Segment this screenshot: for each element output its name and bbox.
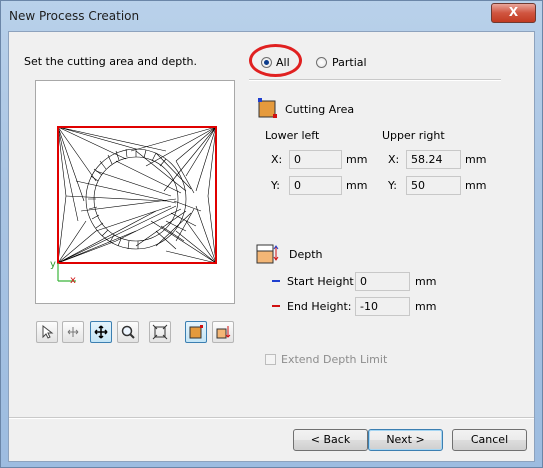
upper-right-y-unit: mm bbox=[465, 179, 487, 192]
footer-separator bbox=[9, 417, 534, 419]
start-height-unit: mm bbox=[415, 275, 437, 288]
window-title: New Process Creation bbox=[9, 9, 140, 23]
toolpath-preview: y x bbox=[50, 126, 217, 286]
lower-left-x-label: X: bbox=[271, 153, 283, 166]
lower-left-y-label: Y: bbox=[271, 179, 280, 192]
close-button[interactable]: X bbox=[491, 3, 536, 23]
mode-separator bbox=[249, 79, 501, 81]
depth-title: Depth bbox=[289, 248, 323, 261]
pan-icon bbox=[94, 325, 108, 339]
depth-icon bbox=[216, 326, 231, 339]
upper-right-x-field[interactable]: 58.24 bbox=[406, 150, 461, 169]
lower-left-x-unit: mm bbox=[346, 153, 368, 166]
cutting-area-icon bbox=[258, 98, 277, 118]
dialog-window: New Process Creation X Set the cutting a… bbox=[0, 0, 543, 468]
end-height-unit: mm bbox=[415, 300, 437, 313]
axis-x-label: x bbox=[70, 275, 76, 286]
rotate-icon bbox=[67, 327, 79, 337]
end-height-field[interactable]: -10 bbox=[355, 297, 410, 316]
axis-y-label: y bbox=[50, 259, 56, 270]
lower-left-y-field[interactable]: 0 bbox=[289, 176, 342, 195]
upper-right-y-field[interactable]: 50 bbox=[406, 176, 461, 195]
extend-depth-limit-checkbox[interactable] bbox=[265, 354, 276, 365]
zoom-tool-button[interactable] bbox=[117, 321, 139, 343]
annotation-highlight-circle bbox=[249, 44, 302, 77]
fit-tool-button[interactable] bbox=[149, 321, 171, 343]
upper-right-x-label: X: bbox=[388, 153, 400, 166]
end-height-indicator bbox=[272, 305, 280, 307]
cutting-area-title: Cutting Area bbox=[285, 103, 355, 116]
select-tool-button[interactable] bbox=[36, 321, 58, 343]
depth-icon bbox=[256, 244, 279, 264]
back-button[interactable]: < Back bbox=[293, 429, 368, 451]
partial-radio[interactable] bbox=[316, 57, 327, 68]
cutting-area-tool-button[interactable] bbox=[185, 321, 207, 343]
lower-left-y-unit: mm bbox=[346, 179, 368, 192]
select-icon bbox=[42, 324, 54, 339]
dialog-client-area: Set the cutting area and depth. y x All … bbox=[8, 31, 535, 462]
start-height-label: Start Height: bbox=[287, 275, 358, 288]
fit-icon bbox=[152, 324, 168, 340]
cutting-area-icon bbox=[189, 325, 203, 339]
depth-tool-button[interactable] bbox=[212, 321, 234, 343]
zoom-icon bbox=[121, 325, 135, 339]
start-height-indicator bbox=[272, 280, 280, 282]
next-button[interactable]: Next > bbox=[368, 429, 443, 451]
pan-tool-button[interactable] bbox=[90, 321, 112, 343]
extend-depth-limit-label[interactable]: Extend Depth Limit bbox=[281, 353, 387, 366]
title-bar[interactable]: New Process Creation X bbox=[1, 1, 543, 31]
upper-right-x-unit: mm bbox=[465, 153, 487, 166]
upper-right-heading: Upper right bbox=[382, 129, 445, 142]
upper-right-y-label: Y: bbox=[388, 179, 397, 192]
rotate-tool-button[interactable] bbox=[62, 321, 84, 343]
start-height-field[interactable]: 0 bbox=[355, 272, 410, 291]
lower-left-heading: Lower left bbox=[265, 129, 320, 142]
instructions-text: Set the cutting area and depth. bbox=[24, 55, 197, 68]
cancel-button[interactable]: Cancel bbox=[452, 429, 527, 451]
lower-left-x-field[interactable]: 0 bbox=[289, 150, 342, 169]
preview-canvas[interactable]: y x bbox=[35, 80, 235, 304]
end-height-label: End Height: bbox=[287, 300, 352, 313]
partial-radio-label[interactable]: Partial bbox=[332, 56, 367, 69]
